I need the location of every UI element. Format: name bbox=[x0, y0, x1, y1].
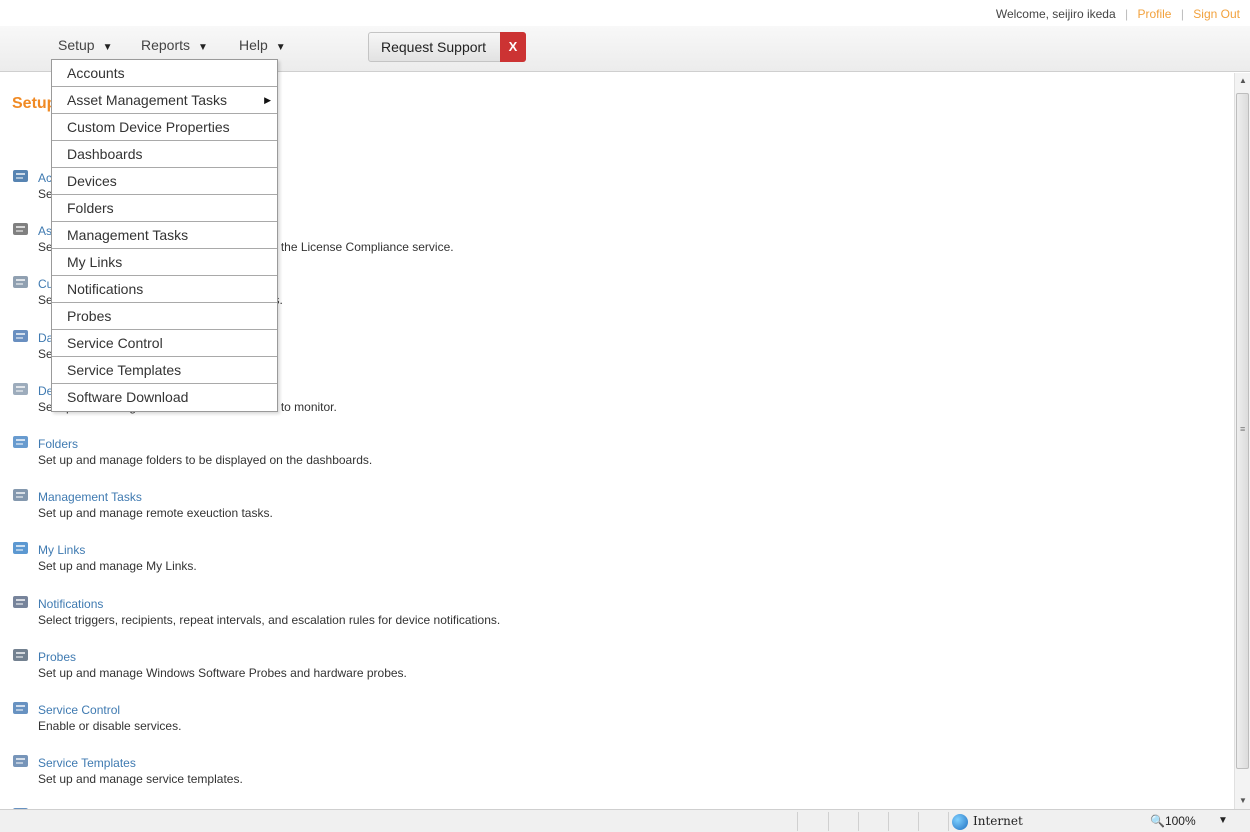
dropdown-item-label: Accounts bbox=[67, 65, 125, 81]
setup-entry-description: Select triggers, recipients, repeat inte… bbox=[38, 612, 501, 627]
menu-reports[interactable]: Reports ▼ bbox=[141, 37, 208, 53]
dropdown-item-asset-management-tasks[interactable]: Asset Management Tasks ▶ bbox=[52, 87, 277, 114]
security-zone: Internet bbox=[973, 814, 1023, 828]
setup-entry-title[interactable]: Service Templates bbox=[38, 756, 136, 770]
scroll-up-icon[interactable]: ▲ bbox=[1235, 73, 1250, 89]
chevron-down-icon[interactable]: ▼ bbox=[1218, 815, 1228, 826]
grip-icon: ≡ bbox=[1240, 424, 1246, 434]
dropdown-item-service-templates[interactable]: Service Templates bbox=[52, 357, 277, 384]
status-cell bbox=[918, 812, 948, 831]
task-icon bbox=[12, 487, 30, 503]
setup-entry-title[interactable]: Folders bbox=[38, 437, 78, 451]
chevron-right-icon: ▶ bbox=[264, 95, 271, 105]
dropdown-item-notifications[interactable]: Notifications bbox=[52, 276, 277, 303]
chevron-down-icon: ▼ bbox=[102, 42, 113, 53]
header-links: Welcome, seijiro ikeda | Profile | Sign … bbox=[0, 0, 1250, 26]
dashboard-icon bbox=[12, 328, 30, 344]
dropdown-item-label: Service Control bbox=[67, 335, 163, 351]
dropdown-item-label: Asset Management Tasks bbox=[67, 92, 228, 108]
profile-link[interactable]: Profile bbox=[1137, 7, 1171, 21]
menu-setup[interactable]: Setup ▼ bbox=[58, 37, 113, 53]
setup-entry-title[interactable]: Probes bbox=[38, 650, 76, 664]
dropdown-item-devices[interactable]: Devices bbox=[52, 168, 277, 195]
globe-icon bbox=[952, 814, 968, 830]
links-icon bbox=[12, 540, 30, 556]
setup-entry-description: Set up and manage folders to be displaye… bbox=[38, 453, 373, 467]
setup-entry-title[interactable]: My Links bbox=[38, 543, 85, 557]
dropdown-item-service-control[interactable]: Service Control bbox=[52, 330, 277, 357]
setup-entry-title[interactable]: Notifications bbox=[38, 597, 103, 611]
probe-icon bbox=[12, 647, 30, 663]
dropdown-item-accounts[interactable]: Accounts bbox=[52, 60, 277, 87]
service-icon bbox=[12, 700, 30, 716]
document-icon bbox=[12, 274, 30, 290]
dropdown-item-label: Custom Device Properties bbox=[67, 119, 230, 135]
menu-reports-label: Reports bbox=[141, 37, 191, 53]
dropdown-item-label: Management Tasks bbox=[67, 227, 189, 243]
chevron-down-icon: ▼ bbox=[198, 42, 208, 53]
dropdown-item-custom-device-properties[interactable]: Custom Device Properties bbox=[52, 114, 277, 141]
dropdown-item-label: Dashboards bbox=[67, 146, 143, 162]
status-cell bbox=[797, 812, 827, 831]
setup-dropdown-menu: Accounts Asset Management Tasks ▶ Custom De… bbox=[51, 59, 278, 412]
status-cell bbox=[858, 812, 888, 831]
dropdown-item-dashboards[interactable]: Dashboards bbox=[52, 141, 277, 168]
status-cell bbox=[888, 812, 918, 831]
zoom-level[interactable]: 🔍100% bbox=[1150, 814, 1196, 828]
dropdown-item-label: My Links bbox=[67, 254, 123, 270]
setup-entry-title[interactable]: Management Tasks bbox=[38, 490, 142, 504]
menu-help-label: Help bbox=[239, 37, 268, 53]
template-icon bbox=[12, 753, 30, 769]
separator: | bbox=[1180, 7, 1184, 21]
dropdown-item-software-download[interactable]: Software Download bbox=[52, 384, 277, 411]
dropdown-item-label: Notifications bbox=[67, 281, 144, 297]
vertical-scrollbar[interactable]: ▲ ≡ ▼ bbox=[1234, 73, 1250, 809]
page-title: Setup bbox=[12, 95, 57, 112]
welcome-text: Welcome, seijiro ikeda bbox=[995, 7, 1116, 21]
separator: | bbox=[1125, 7, 1129, 21]
status-bar: Internet 🔍100% ▼ bbox=[0, 809, 1250, 832]
user-icon bbox=[12, 168, 30, 184]
dropdown-item-label: Service Templates bbox=[67, 362, 182, 378]
setup-entry-description: Set up and manage Windows Software Probe… bbox=[38, 665, 407, 680]
request-support-button[interactable]: Request Support X bbox=[368, 32, 526, 62]
sign-out-link[interactable]: Sign Out bbox=[1193, 7, 1240, 21]
scroll-thumb[interactable]: ≡ bbox=[1236, 93, 1249, 769]
setup-entry-description: Set up and manage My Links. bbox=[38, 559, 197, 574]
dropdown-item-label: Software Download bbox=[67, 389, 189, 405]
dropdown-item-label: Probes bbox=[67, 308, 112, 324]
dropdown-item-management-tasks[interactable]: Management Tasks bbox=[52, 222, 277, 249]
users-icon bbox=[12, 221, 30, 237]
close-icon[interactable]: X bbox=[500, 32, 526, 62]
folder-icon bbox=[12, 434, 30, 450]
status-cell bbox=[828, 812, 858, 831]
dropdown-item-my-links[interactable]: My Links bbox=[52, 249, 277, 276]
dropdown-item-folders[interactable]: Folders bbox=[52, 195, 277, 222]
device-icon bbox=[12, 381, 30, 397]
dropdown-item-probes[interactable]: Probes bbox=[52, 303, 277, 330]
setup-entry-title[interactable]: Service Control bbox=[38, 703, 120, 717]
request-support-label: Request Support bbox=[381, 39, 487, 55]
setup-entry-description: Set up and manage remote exeuction tasks… bbox=[38, 506, 273, 521]
setup-entry-description: Enable or disable services. bbox=[38, 719, 182, 733]
scroll-down-icon[interactable]: ▼ bbox=[1235, 793, 1250, 809]
speaker-icon bbox=[12, 594, 30, 610]
chevron-down-icon: ▼ bbox=[275, 42, 286, 53]
zoom-icon: 🔍 bbox=[1150, 814, 1165, 828]
dropdown-item-label: Folders bbox=[67, 200, 114, 216]
zoom-value: 100% bbox=[1164, 814, 1196, 828]
dropdown-item-label: Devices bbox=[67, 173, 117, 189]
menu-setup-label: Setup bbox=[58, 37, 95, 53]
setup-entry-description: Set up and manage service templates. bbox=[38, 772, 243, 787]
menu-help[interactable]: Help ▼ bbox=[239, 37, 286, 53]
